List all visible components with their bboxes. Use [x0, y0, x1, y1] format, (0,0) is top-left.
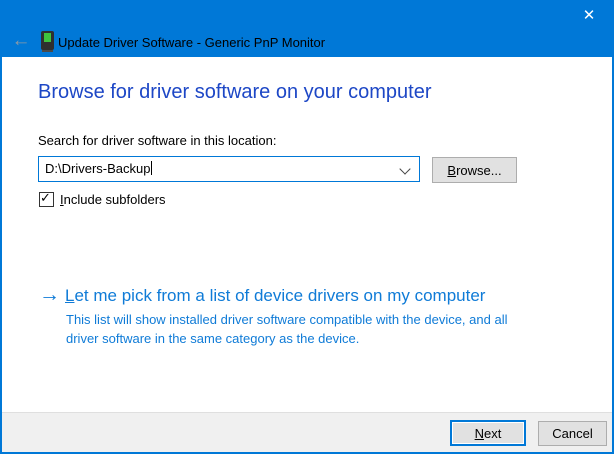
checkmark-icon: ✓: [40, 190, 51, 206]
chevron-down-icon[interactable]: [399, 163, 410, 174]
monitor-screen: [44, 33, 51, 42]
monitor-device-icon: [41, 31, 54, 53]
pick-from-list-link[interactable]: Let me pick from a list of device driver…: [65, 286, 485, 306]
update-driver-wizard-window: ✕ ← Update Driver Software - Generic PnP…: [0, 0, 614, 454]
back-icon[interactable]: ←: [8, 30, 34, 54]
cancel-button[interactable]: Cancel: [538, 421, 607, 446]
browse-button[interactable]: Browse...: [432, 157, 517, 183]
wizard-content: Browse for driver software on your compu…: [2, 57, 612, 412]
search-location-label: Search for driver software in this locat…: [38, 133, 276, 148]
close-icon[interactable]: ✕: [574, 4, 604, 28]
window-title: Update Driver Software - Generic PnP Mon…: [58, 35, 325, 50]
include-subfolders-label[interactable]: Include subfolders: [60, 192, 166, 207]
include-subfolders-checkbox[interactable]: ✓: [39, 192, 54, 207]
page-title: Browse for driver software on your compu…: [38, 81, 432, 104]
text-caret: [151, 161, 152, 175]
include-subfolders-row[interactable]: ✓ Include subfolders: [39, 191, 166, 207]
titlebar: ✕ ← Update Driver Software - Generic PnP…: [0, 0, 614, 57]
driver-path-value[interactable]: D:\Drivers-Backup: [45, 157, 152, 181]
command-link-arrow-icon: →: [39, 283, 60, 307]
driver-path-combobox[interactable]: D:\Drivers-Backup: [38, 156, 420, 182]
next-button[interactable]: Next: [450, 420, 526, 446]
wizard-footer: Next Cancel: [2, 412, 612, 452]
pick-from-list-description: This list will show installed driver sof…: [66, 310, 528, 348]
monitor-base: [42, 50, 53, 52]
